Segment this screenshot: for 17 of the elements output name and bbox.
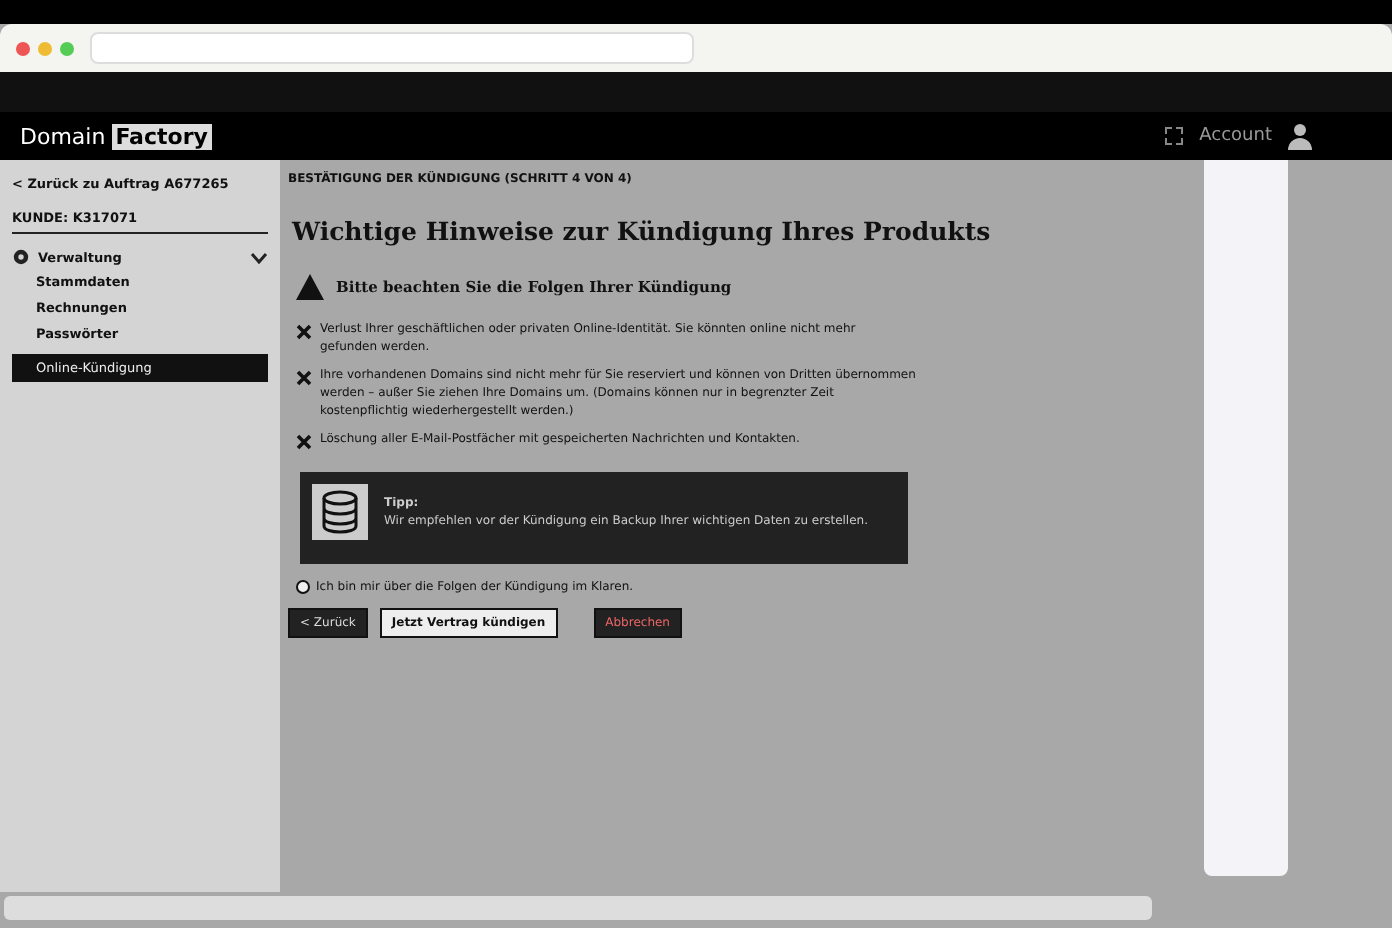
close-button[interactable] [16,41,30,55]
logo-badge: Factory [111,123,212,149]
maximize-button[interactable] [60,41,74,55]
cross-icon [296,370,312,386]
account-menu[interactable]: Account [1199,126,1272,146]
logo-text: Domain [20,123,106,149]
user-icon[interactable] [1288,122,1312,150]
warning-icon [296,274,324,300]
expand-icon [1163,126,1184,146]
gear-icon [12,248,30,266]
chevron-icon[interactable] [250,251,268,263]
cross-icon [296,324,312,340]
minimize-button[interactable] [38,41,52,55]
checkbox[interactable] [296,580,310,594]
cross-icon [296,434,312,450]
database-icon [312,484,368,540]
page-title: Wichtige Hinweise zur Kündigung Ihres Produkts [292,216,991,246]
